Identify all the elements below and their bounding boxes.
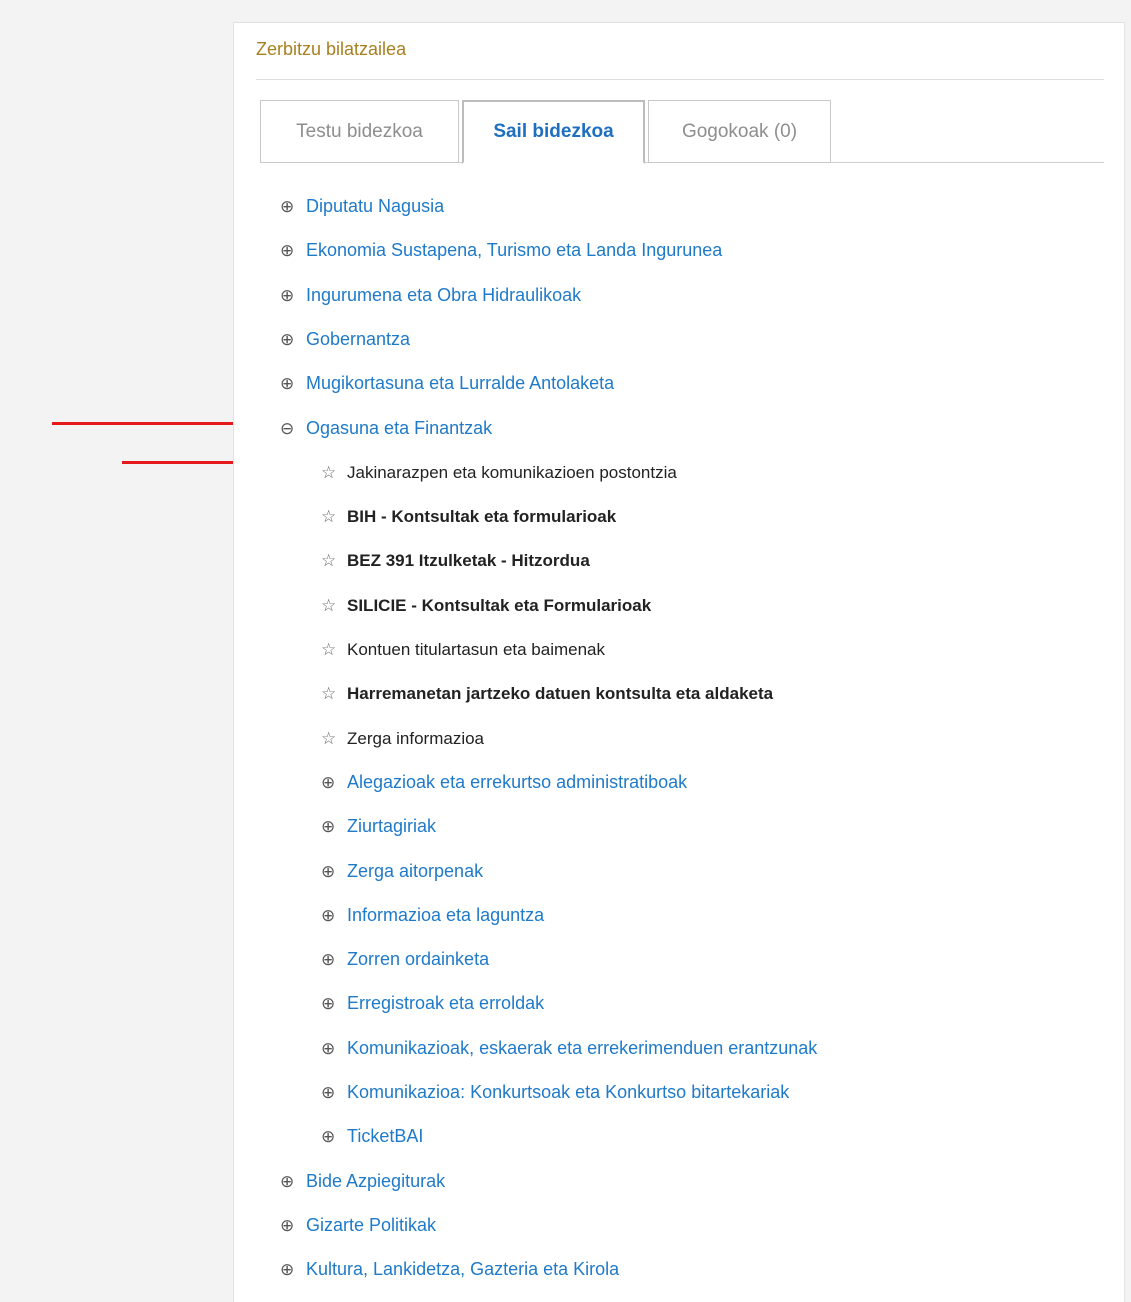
- expand-plus-icon: ⊕: [280, 1172, 295, 1192]
- expand-plus-icon: ⊕: [280, 330, 295, 350]
- service-item[interactable]: ☆ Jakinarazpen eta komunikazioen postontz…: [321, 462, 677, 484]
- subcategory-item[interactable]: ⊕ Zorren ordainketa: [321, 948, 489, 971]
- service-item[interactable]: ☆ Kontuen titulartasun eta baimenak: [321, 639, 605, 661]
- favorite-star-icon[interactable]: ☆: [321, 462, 347, 484]
- department-item[interactable]: ⊕ Kultura, Lankidetza, Gazteria eta Kirol…: [280, 1258, 619, 1281]
- department-item[interactable]: ⊕ Ingurumena eta Obra Hidraulikoak: [280, 284, 581, 307]
- service-label: Harremanetan jartzeko datuen kontsulta e…: [347, 684, 774, 703]
- favorite-star-icon[interactable]: ☆: [321, 683, 347, 705]
- group-label: Ziurtagiriak: [347, 816, 437, 836]
- department-item[interactable]: ⊕ Mugikortasuna eta Lurralde Antolaketa: [280, 372, 614, 395]
- panel-title: Zerbitzu bilatzailea: [256, 39, 407, 59]
- group-label: Alegazioak eta errekurtso administratibo…: [347, 772, 688, 792]
- favorite-star-icon[interactable]: ☆: [321, 550, 347, 572]
- service-item[interactable]: ☆ Harremanetan jartzeko datuen kontsulta …: [321, 683, 773, 705]
- subcategory-item[interactable]: ⊕ Alegazioak eta errekurtso administratib…: [321, 771, 687, 794]
- service-finder-panel: Zerbitzu bilatzailea Testu bidezkoa Sail…: [233, 22, 1125, 1302]
- group-label: Komunikazioak, eskaerak eta errekerimend…: [347, 1038, 818, 1058]
- expand-plus-icon: ⊕: [321, 773, 336, 793]
- expand-plus-icon: ⊕: [321, 994, 336, 1014]
- group-label: Gizarte Politikak: [306, 1215, 437, 1235]
- group-label: Erregistroak eta erroldak: [347, 993, 545, 1013]
- service-label: Zerga informazioa: [347, 729, 485, 748]
- expand-plus-icon: ⊕: [280, 1216, 295, 1236]
- service-item[interactable]: ☆ Zerga informazioa: [321, 728, 484, 750]
- service-label: Jakinarazpen eta komunikazioen postontzi…: [347, 463, 677, 482]
- favorite-star-icon[interactable]: ☆: [321, 728, 347, 750]
- group-label: Mugikortasuna eta Lurralde Antolaketa: [306, 373, 615, 393]
- tab-text-search[interactable]: Testu bidezkoa: [260, 100, 459, 163]
- group-label: Bide Azpiegiturak: [306, 1171, 446, 1191]
- expand-plus-icon: ⊕: [280, 241, 295, 261]
- subcategory-item[interactable]: ⊕ Zerga aitorpenak: [321, 860, 483, 883]
- tab-department-search[interactable]: Sail bidezkoa: [462, 100, 645, 164]
- service-item[interactable]: ☆ SILICIE - Kontsultak eta Formularioak: [321, 595, 651, 617]
- title-divider: [256, 79, 1104, 80]
- expand-plus-icon: ⊕: [280, 286, 295, 306]
- group-label: Gobernantza: [306, 329, 411, 349]
- expand-plus-icon: ⊕: [321, 906, 336, 926]
- group-label: Informazioa eta laguntza: [347, 905, 545, 925]
- service-label: BEZ 391 Itzulketak - Hitzordua: [347, 551, 590, 570]
- department-item[interactable]: ⊕ Ekonomia Sustapena, Turismo eta Landa I…: [280, 239, 722, 262]
- department-item[interactable]: ⊕ Diputatu Nagusia: [280, 195, 444, 218]
- expand-plus-icon: ⊕: [321, 1083, 336, 1103]
- tab-bar: Testu bidezkoa Sail bidezkoa Gogokoak (0…: [260, 100, 1104, 164]
- favorite-star-icon[interactable]: ☆: [321, 506, 347, 528]
- subcategory-item[interactable]: ⊕ TicketBAI: [321, 1125, 423, 1148]
- expand-plus-icon: ⊕: [280, 197, 295, 217]
- department-item[interactable]: ⊕ Bide Azpiegiturak: [280, 1170, 445, 1193]
- subcategory-item[interactable]: ⊕ Komunikazioak, eskaerak eta errekerimen…: [321, 1037, 817, 1060]
- expand-plus-icon: ⊕: [280, 374, 295, 394]
- service-label: BIH - Kontsultak eta formularioak: [347, 507, 617, 526]
- group-label: TicketBAI: [347, 1126, 424, 1146]
- subcategory-item[interactable]: ⊕ Informazioa eta laguntza: [321, 904, 544, 927]
- favorite-star-icon[interactable]: ☆: [321, 595, 347, 617]
- service-label: SILICIE - Kontsultak eta Formularioak: [347, 596, 652, 615]
- service-label: Kontuen titulartasun eta baimenak: [347, 640, 606, 659]
- group-label: Kultura, Lankidetza, Gazteria eta Kirola: [306, 1259, 620, 1279]
- group-label: Ogasuna eta Finantzak: [306, 418, 493, 438]
- favorite-star-icon[interactable]: ☆: [321, 639, 347, 661]
- service-item[interactable]: ☆ BIH - Kontsultak eta formularioak: [321, 506, 616, 528]
- expand-plus-icon: ⊕: [321, 817, 336, 837]
- expand-plus-icon: ⊕: [280, 1260, 295, 1280]
- department-item[interactable]: ⊕ Gizarte Politikak: [280, 1214, 436, 1237]
- group-label: Ingurumena eta Obra Hidraulikoak: [306, 285, 582, 305]
- department-item-expanded[interactable]: ⊖ Ogasuna eta Finantzak: [280, 417, 492, 440]
- subcategory-item[interactable]: ⊕ Komunikazioa: Konkurtsoak eta Konkurtso…: [321, 1081, 789, 1104]
- collapse-minus-icon: ⊖: [280, 419, 295, 439]
- expand-plus-icon: ⊕: [321, 862, 336, 882]
- group-label: Diputatu Nagusia: [306, 196, 445, 216]
- subcategory-item[interactable]: ⊕ Erregistroak eta erroldak: [321, 992, 544, 1015]
- department-item[interactable]: ⊕ Gobernantza: [280, 328, 410, 351]
- annotation-arrow-department: [52, 417, 270, 429]
- group-label: Ekonomia Sustapena, Turismo eta Landa In…: [306, 240, 723, 260]
- group-label: Zerga aitorpenak: [347, 861, 484, 881]
- service-item[interactable]: ☆ BEZ 391 Itzulketak - Hitzordua: [321, 550, 590, 572]
- expand-plus-icon: ⊕: [321, 1039, 336, 1059]
- expand-plus-icon: ⊕: [321, 1127, 336, 1147]
- subcategory-item[interactable]: ⊕ Ziurtagiriak: [321, 815, 436, 838]
- group-label: Komunikazioa: Konkurtsoak eta Konkurtso …: [347, 1082, 790, 1102]
- expand-plus-icon: ⊕: [321, 950, 336, 970]
- group-label: Zorren ordainketa: [347, 949, 490, 969]
- tab-favorites[interactable]: Gogokoak (0): [648, 100, 831, 163]
